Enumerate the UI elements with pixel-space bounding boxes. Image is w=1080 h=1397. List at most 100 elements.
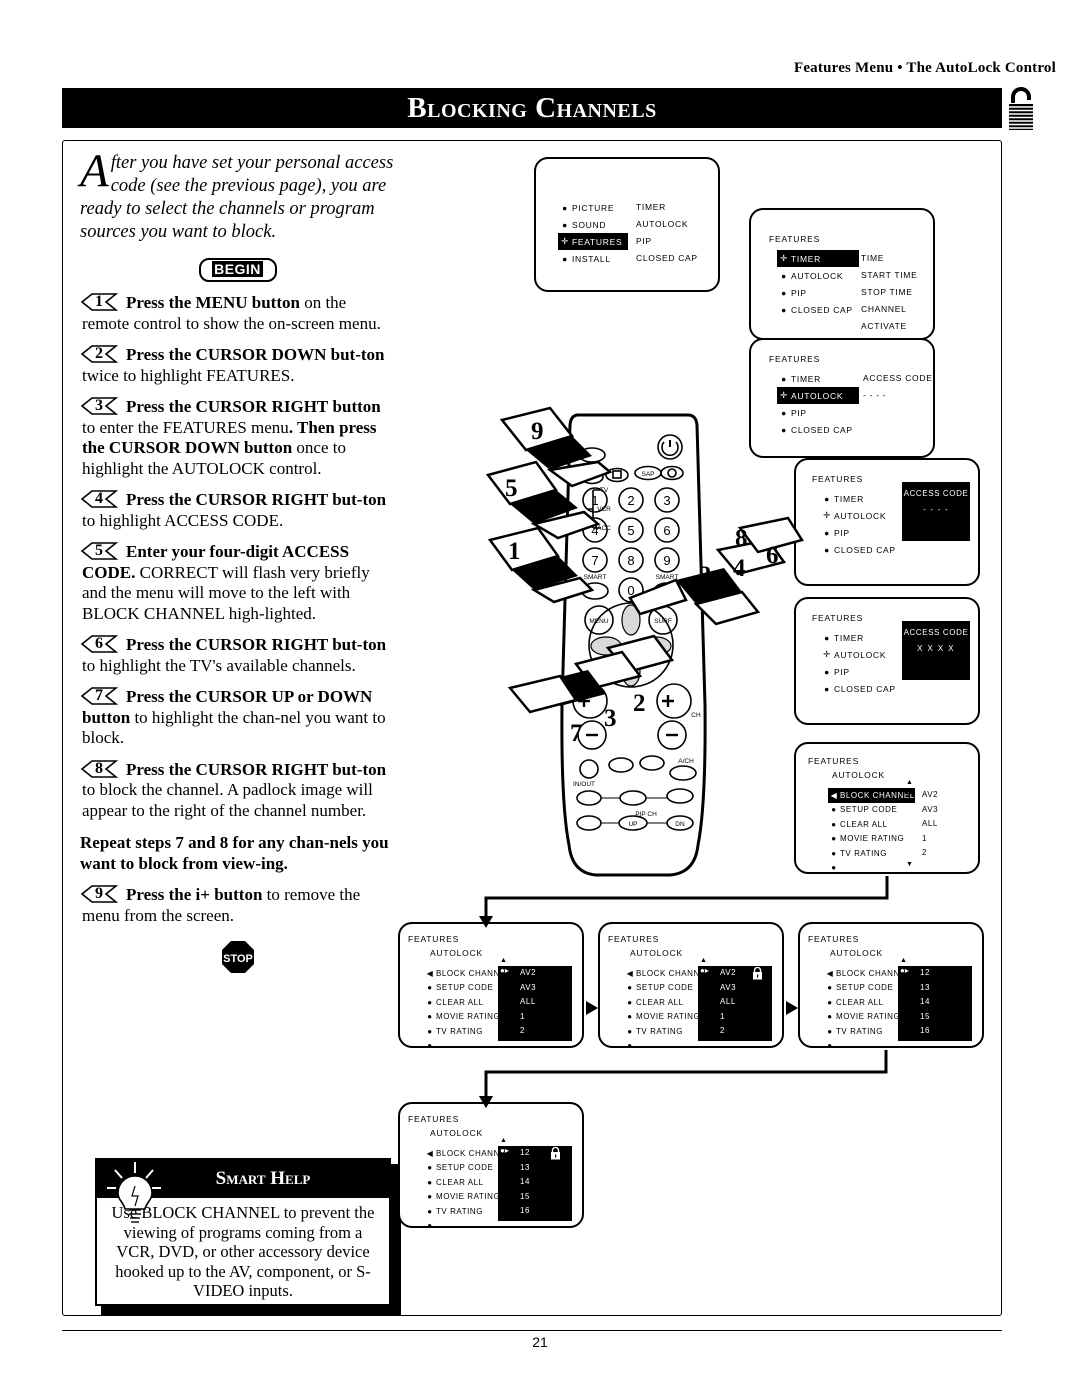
step-2-text: Press the CURSOR DOWN but-ton twice to h… [82,345,395,386]
autolock-value-3: 1 [720,1011,725,1021]
menu-item-closed-cap-label: CLOSED CAP [834,683,896,694]
step-7-text: Press the CURSOR UP or DOWN button to hi… [82,687,395,749]
autolock-item-movie-rating[interactable]: ● MOVIE RATING [828,832,915,847]
bullet-icon: ● [562,202,568,213]
autolock-item-setup-code[interactable]: ● SETUP CODE [828,803,915,818]
autolock-values: AV2 AV3 ALL 1 2 [922,788,938,861]
autolock-value-0: 12 [920,968,930,977]
menu-item-pip[interactable]: ● PIP [820,524,902,541]
step-9-bold: Press the i+ button [126,885,263,904]
screen-autolock-block: FEATURES AUTOLOCK ▲ ◀ BLOCK CHANNEL ● SETU… [794,742,980,874]
autolock-item-tv-rating[interactable]: ● TV RATING [828,846,915,861]
autolock-values: 12 13 14 15 16 [520,1146,530,1219]
autolock-values-panel[interactable]: ●▸ AV2 AV3 ALL 1 2 [498,966,572,1041]
menu-item-pip[interactable]: ● PIP [777,284,859,301]
menu-item-picture[interactable]: ● PICTURE [558,199,628,216]
bullet-icon: ● [562,219,568,230]
osd-main-menu: ● PICTURE ● SOUND ✛ FEATURES ● INSTALL TIMER… [536,159,718,290]
osd-subheader: AUTOLOCK [630,948,684,958]
menu-item-timer[interactable]: ● TIMER [777,370,859,387]
autolock-item-more[interactable]: ● [828,861,915,876]
cursor-leftright-icon: ●▸ [700,966,709,975]
page-title: Blocking Channels [407,92,657,124]
step-8: 8 Press the CURSOR RIGHT but-ton to bloc… [80,760,395,822]
menu-item-pip[interactable]: ● PIP [820,663,902,680]
step-5: 5 Enter your four-digit ACCESS CODE. COR… [80,542,395,624]
step-4-bold: Press the CURSOR RIGHT but- [126,490,363,509]
menu-item-closed-cap[interactable]: ● CLOSED CAP [820,680,902,697]
submenu-timer: TIMER [636,202,666,212]
menu-item-timer[interactable]: ● TIMER [820,490,902,507]
step-number-2: 2 [95,345,103,362]
menu-item-timer[interactable]: ✛ TIMER [777,250,859,267]
menu-item-sound[interactable]: ● SOUND [558,216,628,233]
instructions-column: After you have set your personal access … [80,148,395,974]
autolock-value-4: 16 [920,1026,930,1035]
bullet-icon: ● [827,1026,833,1036]
autolock-values-panel[interactable]: ●▸ AV2 AV3 ALL 1 2 [698,966,772,1041]
menu-item-install[interactable]: ● INSTALL [558,250,628,267]
svg-text:5: 5 [627,523,634,538]
step-3-bold: Press the CURSOR RIGHT [126,397,329,416]
bullet-icon: ● [827,1012,833,1022]
submenu-autolock: AUTOLOCK [636,219,689,229]
menu-item-autolock[interactable]: ✛ AUTOLOCK [820,646,902,663]
access-code-panel[interactable]: ACCESS CODE X X X X [902,621,970,680]
bullet-icon: ● [427,1206,433,1216]
features-timer-right-column: TIME START TIME STOP TIME CHANNEL ACTIVA… [861,250,917,335]
cursor-updown-icon: ✛ [561,236,569,246]
menu-item-pip-label: PIP [834,527,850,538]
menu-item-closed-cap[interactable]: ● CLOSED CAP [777,301,859,318]
autolock-value-1: 13 [520,1162,530,1172]
step-number-diamond-4: 4 [80,489,118,509]
autolock-item-movie-rating-label: MOVIE RATING [436,1192,501,1202]
autolock-values-panel[interactable]: ●▸ 12 13 14 15 16 [498,1146,572,1221]
bullet-icon: ● [627,997,633,1007]
svg-text:SMART: SMART [656,574,679,581]
menu-item-features[interactable]: ✛ FEATURES [558,233,629,250]
step-1-text: Press the MENU button on the remote cont… [82,293,395,334]
svg-text:SURF: SURF [654,618,672,625]
step-2-bold: Press the CURSOR DOWN but- [126,345,361,364]
access-code-panel[interactable]: ACCESS CODE - - - - [902,482,970,541]
osd-header: FEATURES [608,934,660,944]
menu-item-autolock[interactable]: ✛ AUTOLOCK [820,507,902,524]
svg-text:7: 7 [591,553,598,568]
autolock-value-2: ALL [922,819,938,828]
step-number-8: 8 [95,759,103,777]
menu-item-closed-cap-label: CLOSED CAP [791,304,853,315]
osd-header: FEATURES [408,934,460,944]
bullet-icon: ● [831,848,837,858]
step-4: 4 Press the CURSOR RIGHT but-ton to high… [80,490,395,531]
bullet-icon: ● [427,1026,433,1036]
autolock-item-clear-all[interactable]: ● CLEAR ALL [828,817,915,832]
callout-number-7: 7 [570,720,583,747]
autolock-value-3: 15 [520,1191,530,1201]
menu-item-autolock[interactable]: ● AUTOLOCK [777,267,859,284]
step-3: 3 Press the CURSOR RIGHT button to enter… [80,397,395,479]
step-number-4: 4 [95,490,103,507]
osd-header: FEATURES [769,354,821,364]
autolock-value-1: AV3 [922,804,939,814]
bullet-icon: ● [824,544,830,555]
bullet-icon: ● [824,632,830,643]
autolock-values: AV2 AV3 ALL 1 2 [720,966,736,1039]
menu-item-timer[interactable]: ● TIMER [820,629,902,646]
menu-item-autolock[interactable]: ✛ AUTOLOCK [777,387,859,404]
scroll-up-icon: ▲ [500,957,507,964]
menu-item-closed-cap[interactable]: ● CLOSED CAP [820,541,902,558]
bullet-icon: ● [627,983,633,993]
access-code-label: ACCESS CODE [903,628,969,637]
autolock-value-0: 12 [520,1148,530,1157]
callout-number-4: 4 [733,555,746,582]
open-padlock-icon [1004,86,1038,132]
svg-text:SAP: SAP [641,471,654,478]
screen-autolock-values: FEATURES AUTOLOCK ▲ ◀ BLOCK CHANNEL ● SETU… [398,922,584,1050]
osd-subheader: AUTOLOCK [830,948,884,958]
autolock-value-1: AV3 [520,982,537,992]
running-head: Features Menu • The AutoLock Control [793,60,1056,76]
autolock-value-2: 14 [920,997,930,1006]
autolock-values-panel[interactable]: ●▸ 12 13 14 15 16 [898,966,972,1041]
autolock-item-block-channel[interactable]: ◀ BLOCK CHANNEL [828,788,915,803]
screen-autolock-channels: FEATURES AUTOLOCK ▲ ◀ BLOCK CHANNEL ● SETU… [798,922,984,1050]
